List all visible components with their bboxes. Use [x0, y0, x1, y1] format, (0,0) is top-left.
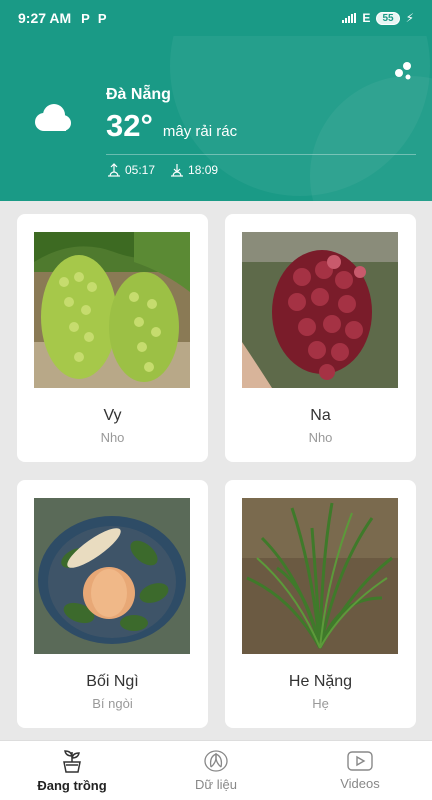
battery-icon: 55: [376, 11, 400, 25]
nav-item-videos[interactable]: Videos: [288, 741, 432, 800]
plant-name: Bối Ngì: [86, 673, 139, 690]
plant-card[interactable]: Bối Ngì Bí ngòi: [17, 480, 208, 728]
sunset-time: 18:09: [188, 163, 219, 177]
nav-label: Videos: [340, 776, 380, 791]
cloud-icon: [35, 104, 71, 131]
status-bar: 9:27 AM P P E 55 ⚡: [0, 0, 432, 36]
play-icon: [347, 751, 373, 771]
temperature: 32°: [106, 108, 153, 143]
sunset-icon: [171, 164, 184, 177]
leaves-icon: [204, 750, 228, 772]
sun-times: 05:17 18:09: [106, 162, 218, 178]
plant-type: Bí ngòi: [92, 696, 133, 711]
chives-image: [242, 498, 398, 654]
nav-item-growing[interactable]: Đang trồng: [0, 741, 144, 800]
more-options-icon[interactable]: [392, 60, 414, 82]
nav-label: Đang trồng: [37, 778, 107, 793]
plant-name: Vy: [103, 407, 122, 424]
pot-plant-icon: [63, 750, 81, 773]
notification-p-icon: P: [97, 10, 107, 26]
plant-name: He Nặng: [288, 673, 353, 690]
city-name: Đà Nẵng: [106, 86, 171, 103]
plant-type: Hẹ: [312, 696, 329, 711]
plant-name: Na: [310, 407, 331, 424]
status-time: 9:27 AM: [18, 10, 72, 26]
plant-type: Nho: [308, 430, 333, 445]
plant-card[interactable]: He Nặng Hẹ: [225, 480, 416, 728]
status-indicators: E 55 ⚡: [342, 11, 414, 25]
sunrise: 05:17: [106, 162, 155, 178]
sunrise-time: 05:17: [125, 163, 156, 177]
plant-card[interactable]: Vy Nho: [17, 214, 208, 462]
sunset: 18:09: [169, 162, 218, 178]
plant-type: Nho: [100, 430, 125, 445]
notification-p-icon: P: [81, 10, 90, 26]
plant-card[interactable]: Na Nho: [225, 214, 416, 462]
bottom-nav: Đang trồng Dữ liệu Videos: [0, 740, 432, 800]
grape-red-image: [242, 232, 398, 388]
nav-item-data[interactable]: Dữ liệu: [144, 741, 288, 800]
nav-label: Dữ liệu: [195, 777, 237, 792]
grape-green-image: [34, 232, 190, 388]
zucchini-image: [34, 498, 190, 654]
weather-header: Đà Nẵng 32° mây rải rác 05:17 18:09: [0, 36, 432, 201]
weather-condition: mây rải rác: [162, 123, 238, 140]
sunrise-icon: [108, 163, 120, 177]
charging-icon: ⚡: [405, 11, 414, 25]
network-type: E: [362, 11, 371, 25]
divider: [106, 154, 416, 155]
temperature-row: 32° mây rải rác: [106, 108, 237, 144]
signal-icon: [342, 13, 357, 23]
